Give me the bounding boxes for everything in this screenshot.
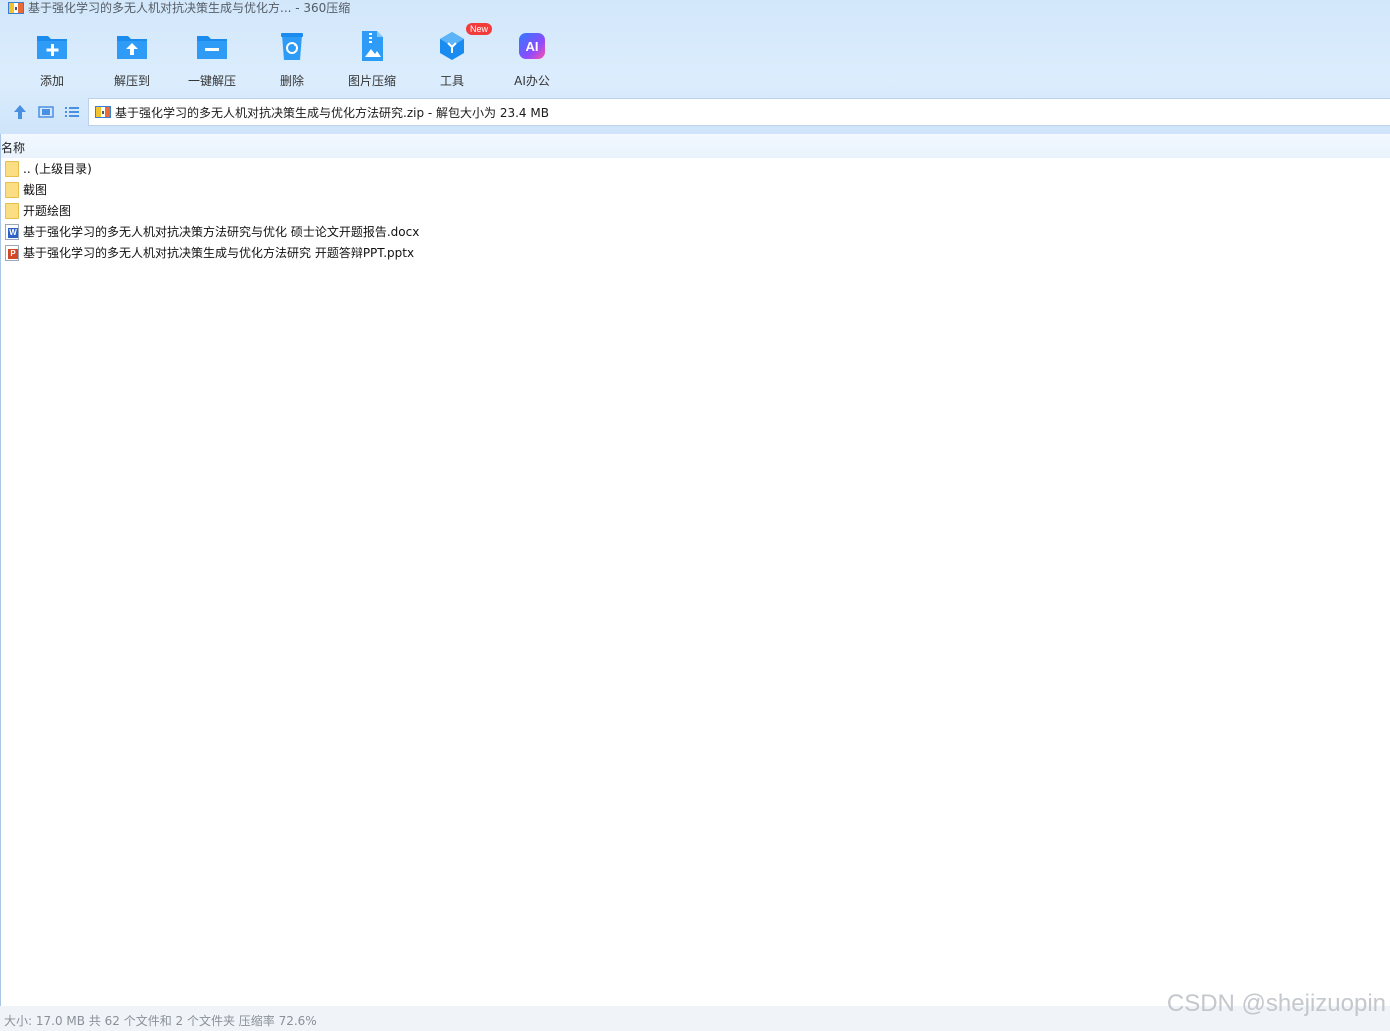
list-view-icon[interactable] <box>63 103 81 121</box>
one-click-extract-button[interactable]: 一键解压 <box>172 26 252 90</box>
address-bar[interactable]: 基于强化学习的多无人机对抗决策生成与优化方法研究.zip - 解包大小为 23.… <box>88 98 1390 126</box>
add-folder-icon <box>34 28 70 64</box>
list-item-label: .. (上级目录) <box>23 162 92 176</box>
ai-office-button[interactable]: AI AI办公 <box>492 26 572 90</box>
ai-office-icon: AI <box>514 28 550 64</box>
zip-archive-icon <box>95 105 111 119</box>
title-bar: 基于强化学习的多无人机对抗决策生成与优化方... - 360压缩 <box>8 0 350 16</box>
folder-icon <box>5 181 19 198</box>
new-badge: New <box>466 23 493 35</box>
file-list-area: 名称 .. (上级目录) 截图 开题绘图 W 基于强化学习的多无人机对抗决策方法… <box>0 134 1390 1006</box>
main-toolbar: 添加 解压到 一键解压 删除 图片压缩 New 工具 AI AI办公 <box>12 23 572 90</box>
ai-icon-glyph: AI <box>526 39 539 54</box>
image-compress-label: 图片压缩 <box>347 74 396 88</box>
tools-cube-icon <box>434 28 470 64</box>
up-arrow-icon[interactable] <box>11 103 29 121</box>
tools-label: 工具 <box>439 74 464 88</box>
list-item-folder[interactable]: 截图 <box>5 179 419 200</box>
extract-to-button[interactable]: 解压到 <box>92 26 172 90</box>
watermark: CSDN @shejizuopin <box>1166 990 1386 1017</box>
list-item-label: 基于强化学习的多无人机对抗决策方法研究与优化 硕士论文开题报告.docx <box>23 225 420 239</box>
delete-label: 删除 <box>279 74 304 88</box>
image-compress-button[interactable]: 图片压缩 <box>332 26 412 90</box>
one-click-extract-icon <box>194 28 230 64</box>
ai-office-label: AI办公 <box>514 74 550 88</box>
app-window: 基于强化学习的多无人机对抗决策生成与优化方... - 360压缩 添加 解压到 … <box>0 0 1390 1031</box>
thumbnail-view-icon[interactable] <box>37 103 55 121</box>
archive-app-icon <box>8 1 24 15</box>
folder-icon <box>5 160 19 177</box>
add-button[interactable]: 添加 <box>12 26 92 90</box>
image-compress-icon <box>354 28 390 64</box>
powerpoint-badge: P <box>8 248 18 259</box>
list-item-pptx[interactable]: P 基于强化学习的多无人机对抗决策生成与优化方法研究 开题答辩PPT.pptx <box>5 242 419 263</box>
folder-icon <box>5 202 19 219</box>
column-header: 名称 <box>1 134 1390 158</box>
address-text: 基于强化学习的多无人机对抗决策生成与优化方法研究.zip - 解包大小为 23.… <box>115 105 549 120</box>
word-document-icon: W <box>5 223 19 240</box>
extract-to-label: 解压到 <box>113 74 150 88</box>
list-item-label: 基于强化学习的多无人机对抗决策生成与优化方法研究 开题答辩PPT.pptx <box>23 246 415 260</box>
word-badge: W <box>8 227 18 238</box>
tools-button[interactable]: New 工具 <box>412 23 493 90</box>
list-item-parent-dir[interactable]: .. (上级目录) <box>5 158 419 179</box>
window-title: 基于强化学习的多无人机对抗决策生成与优化方... - 360压缩 <box>28 1 351 15</box>
list-item-docx[interactable]: W 基于强化学习的多无人机对抗决策方法研究与优化 硕士论文开题报告.docx <box>5 221 419 242</box>
name-column-header[interactable]: 名称 <box>1 139 25 156</box>
one-click-extract-label: 一键解压 <box>187 74 236 88</box>
address-row: 基于强化学习的多无人机对抗决策生成与优化方法研究.zip - 解包大小为 23.… <box>0 98 1390 126</box>
trash-icon <box>274 28 310 64</box>
delete-button[interactable]: 删除 <box>252 26 332 90</box>
top-panel: 基于强化学习的多无人机对抗决策生成与优化方... - 360压缩 添加 解压到 … <box>0 0 1390 134</box>
powerpoint-document-icon: P <box>5 244 19 261</box>
add-label: 添加 <box>39 74 64 88</box>
file-list: .. (上级目录) 截图 开题绘图 W 基于强化学习的多无人机对抗决策方法研究与… <box>5 158 419 263</box>
status-text: 大小: 17.0 MB 共 62 个文件和 2 个文件夹 压缩率 72.6% <box>4 1014 317 1028</box>
list-item-label: 截图 <box>23 183 48 197</box>
list-item-folder[interactable]: 开题绘图 <box>5 200 419 221</box>
list-item-label: 开题绘图 <box>23 204 72 218</box>
extract-folder-icon <box>114 28 150 64</box>
